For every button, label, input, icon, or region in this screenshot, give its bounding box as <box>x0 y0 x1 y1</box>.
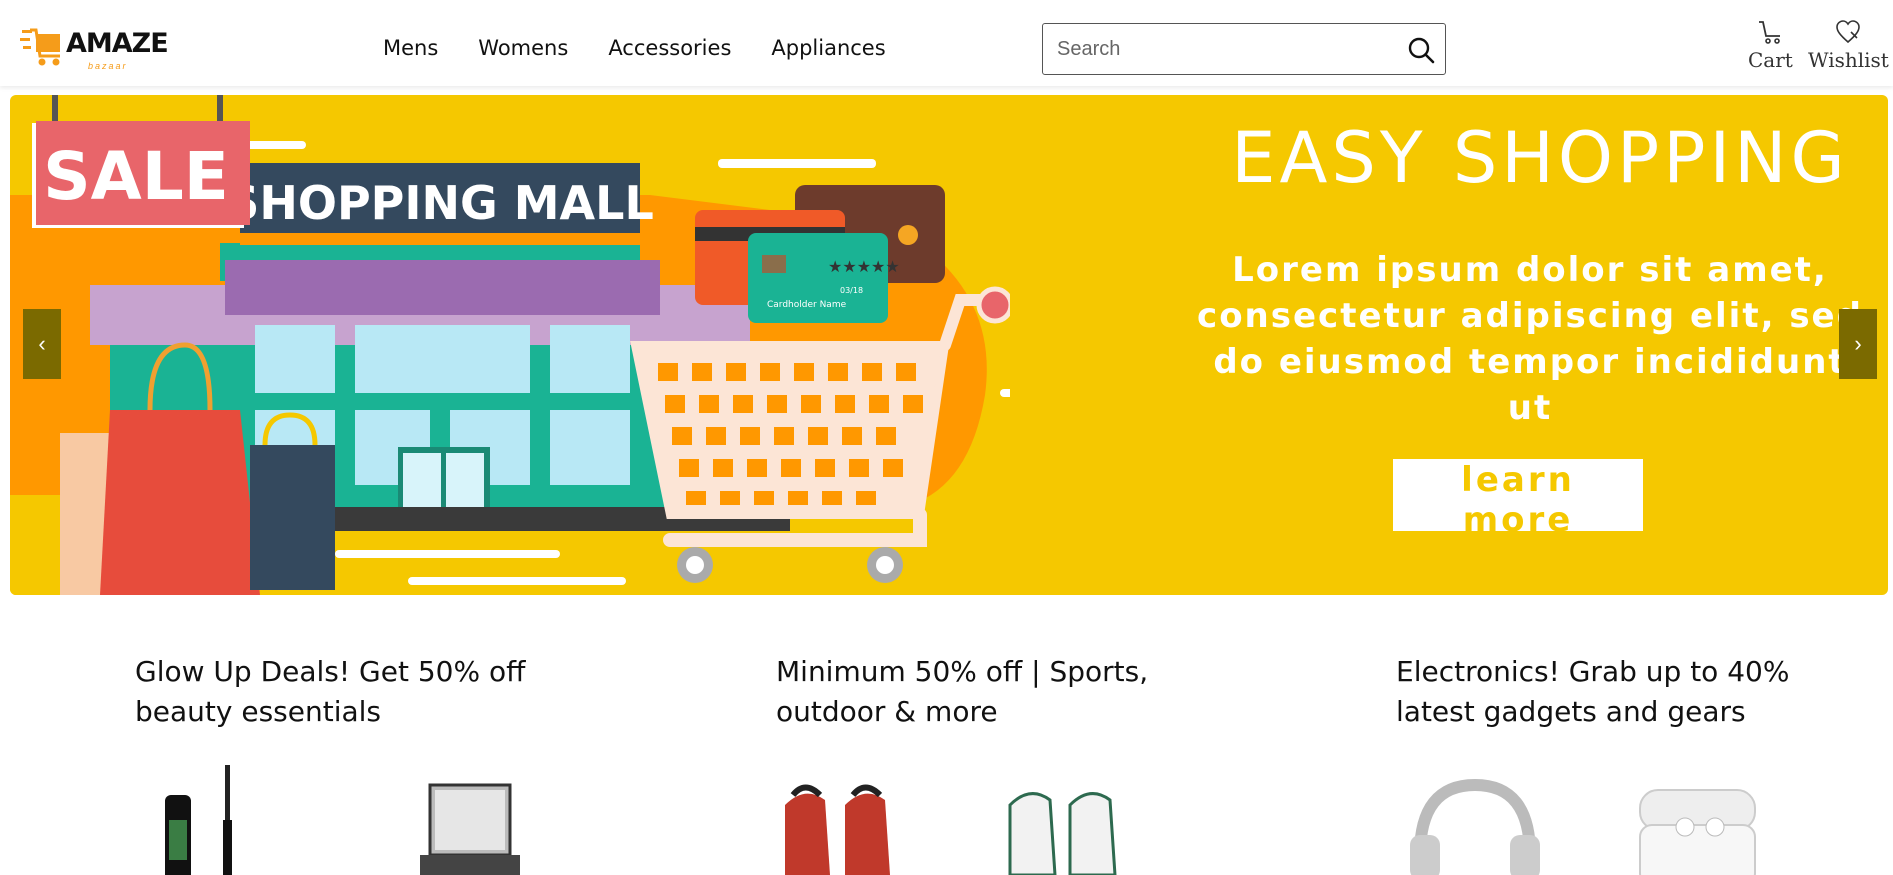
mascara-image[interactable] <box>155 765 295 875</box>
learn-more-button[interactable]: learn more <box>1393 459 1643 540</box>
deal-card-sports[interactable]: Minimum 50% off | Sports, outdoor & more <box>776 652 1196 732</box>
site-header: AMAZE bazaar Mens Womens Accessories App… <box>0 0 1893 86</box>
earbuds-case-image[interactable] <box>1630 765 1770 875</box>
deal-title: Minimum 50% off | Sports, outdoor & more <box>776 655 1149 728</box>
search-icon[interactable] <box>1407 36 1435 64</box>
hero-banner: SHOPPING MALL SALE ★★★★★ 03/18 Cardholde… <box>10 95 1888 595</box>
card-expiry: 03/18 <box>840 286 863 295</box>
cart-icon <box>1759 21 1781 44</box>
wishlist-link[interactable]: Wishlist <box>1808 18 1889 72</box>
mall-sign-text: SHOPPING MALL <box>226 176 654 230</box>
brand-name: AMAZE <box>66 28 169 59</box>
carousel-prev-button[interactable]: ‹ <box>23 309 61 379</box>
deal-title: Glow Up Deals! Get 50% off beauty essent… <box>135 655 526 728</box>
wishlist-label: Wishlist <box>1808 48 1889 72</box>
search-box <box>1042 23 1446 75</box>
sale-sign-text: SALE <box>43 138 229 215</box>
logo-cart-icon <box>20 28 60 66</box>
nav-item-womens[interactable]: Womens <box>478 36 568 60</box>
nav-item-accessories[interactable]: Accessories <box>608 36 731 60</box>
card-holder: Cardholder Name <box>767 300 847 310</box>
banner-body: Lorem ipsum dolor sit amet, consectetur … <box>1197 250 1863 428</box>
brand-logo[interactable]: AMAZE bazaar <box>20 24 169 74</box>
deal-card-electronics[interactable]: Electronics! Grab up to 40% latest gadge… <box>1396 652 1816 732</box>
heart-icon <box>1836 20 1861 44</box>
makeup-palette-image[interactable] <box>410 765 550 875</box>
cart-link[interactable]: Cart <box>1748 18 1793 72</box>
banner-headline: EASY SHOPPING <box>1231 117 1849 199</box>
nav-item-mens[interactable]: Mens <box>383 36 438 60</box>
sneakers-red-image[interactable] <box>775 765 915 875</box>
deal-card-beauty[interactable]: Glow Up Deals! Get 50% off beauty essent… <box>135 652 555 732</box>
headphones-image[interactable] <box>1405 765 1545 875</box>
search-input[interactable] <box>1043 24 1383 74</box>
deal-title: Electronics! Grab up to 40% latest gadge… <box>1396 655 1790 728</box>
nav-item-appliances[interactable]: Appliances <box>771 36 885 60</box>
shopping-mall-illustration: SHOPPING MALL SALE ★★★★★ 03/18 Cardholde… <box>10 95 1010 595</box>
cart-label: Cart <box>1748 48 1793 72</box>
brand-tagline: bazaar <box>88 61 128 71</box>
sneakers-white-image[interactable] <box>1000 765 1140 875</box>
main-nav: Mens Womens Accessories Appliances <box>383 36 886 60</box>
svg-text:★★★★★: ★★★★★ <box>828 259 900 276</box>
carousel-next-button[interactable]: › <box>1839 309 1877 379</box>
